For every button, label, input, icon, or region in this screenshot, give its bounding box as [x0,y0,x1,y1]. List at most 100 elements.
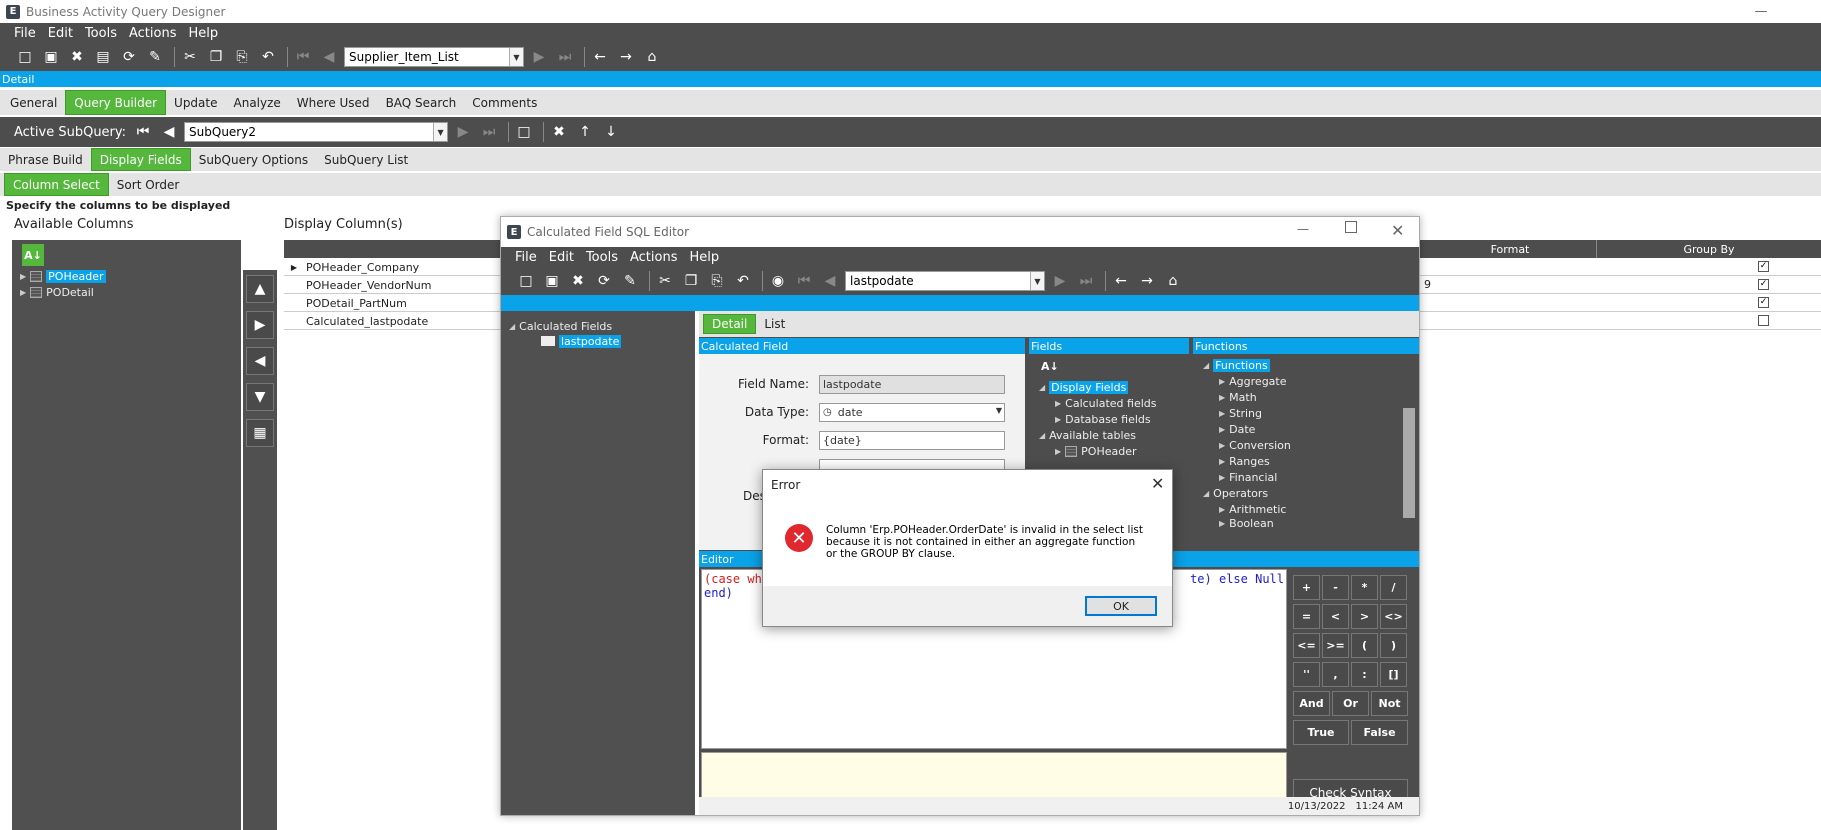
header-format[interactable]: Format [1424,240,1597,258]
group-by-checkbox[interactable]: ✓ [1758,297,1769,308]
tree-calculated-fields-node[interactable]: ▶ Calculated fields [1055,396,1156,410]
tab-comments[interactable]: Comments [464,90,545,115]
and-button[interactable]: And [1293,691,1330,716]
tree-item-lastpodate[interactable]: lastpodate [541,334,622,348]
binoculars-icon[interactable]: ◉ [767,270,789,292]
next-record-icon[interactable]: ▶ [528,46,550,68]
tab-detail[interactable]: Detail [703,314,757,334]
chevron-down-icon[interactable]: ▼ [433,123,448,141]
header-group-by[interactable]: Group By [1597,240,1821,258]
minus-button[interactable]: - [1322,575,1349,600]
format-input[interactable]: {date} [819,431,1005,450]
paste-icon[interactable]: ⎘ [231,46,253,68]
tree-arithmetic[interactable]: ▶ Arithmetic [1219,502,1286,516]
comma-button[interactable]: , [1322,662,1349,687]
not-button[interactable]: Not [1371,691,1408,716]
cut-icon[interactable]: ✂ [179,46,201,68]
menu-file[interactable]: File [14,26,36,41]
last-record-icon[interactable]: ⏭ [554,46,576,68]
false-button[interactable]: False [1351,720,1408,745]
close-icon[interactable]: ✕ [1391,221,1404,240]
tab-where-used[interactable]: Where Used [289,90,378,115]
greater-than-button[interactable]: > [1351,604,1378,629]
chevron-down-icon[interactable]: ▼ [996,406,1002,415]
not-equal-button[interactable]: <> [1380,604,1407,629]
tab-query-builder[interactable]: Query Builder [65,90,167,115]
forward-icon[interactable]: → [1136,270,1158,292]
menu-edit[interactable]: Edit [549,250,574,265]
new-icon[interactable]: □ [14,46,36,68]
tree-poheader[interactable]: ▶ POHeader [1055,444,1137,458]
move-up-button[interactable]: ▲ [246,275,274,303]
tree-math[interactable]: ▶ Math [1219,390,1257,404]
group-by-checkbox[interactable]: ✓ [1758,279,1769,290]
tree-ranges[interactable]: ▶ Ranges [1219,454,1270,468]
move-down-button[interactable]: ▼ [246,383,274,411]
move-up-icon[interactable]: ↑ [574,121,596,143]
back-icon[interactable]: ← [589,46,611,68]
menu-help[interactable]: Help [689,250,719,265]
cut-icon[interactable]: ✂ [654,270,676,292]
menu-help[interactable]: Help [188,26,218,41]
close-paren-button[interactable]: ) [1380,633,1407,658]
delete-subquery-icon[interactable]: ✖ [548,121,570,143]
home-icon[interactable]: ⌂ [641,46,663,68]
menu-edit[interactable]: Edit [48,26,73,41]
clear-icon[interactable]: ✎ [619,270,641,292]
ok-button[interactable]: OK [1085,596,1157,616]
tree-functions[interactable]: ◢ Functions [1203,358,1270,372]
refresh-icon[interactable]: ⟳ [118,46,140,68]
tab-update[interactable]: Update [166,90,225,115]
maximize-icon[interactable] [1345,221,1357,233]
open-paren-button[interactable]: ( [1351,633,1378,658]
last-record-icon[interactable]: ⏭ [1075,270,1097,292]
tree-database-fields[interactable]: ▶ Database fields [1055,412,1151,426]
first-subquery-icon[interactable]: ⏮ [132,121,154,143]
first-record-icon[interactable]: ⏮ [793,270,815,292]
add-column-button[interactable]: ▶ [246,311,274,339]
plus-button[interactable]: + [1293,575,1320,600]
new-subquery-icon[interactable]: □ [513,121,535,143]
less-equal-button[interactable]: <= [1293,633,1320,658]
menu-tools[interactable]: Tools [85,26,117,41]
tab-sort-order[interactable]: Sort Order [109,173,188,196]
expand-icon[interactable]: ▶ [20,272,26,281]
prev-subquery-icon[interactable]: ◀ [158,121,180,143]
delete-icon[interactable]: ✖ [567,270,589,292]
tree-item-podetail[interactable]: ▶ PODetail [20,285,94,299]
tree-boolean[interactable]: ▶ Boolean [1219,518,1274,528]
minimize-icon[interactable]: — [1741,0,1781,23]
close-icon[interactable]: ✕ [1151,474,1164,493]
menu-file[interactable]: File [515,250,537,265]
sort-az-icon[interactable]: A↓ [1041,360,1059,373]
true-button[interactable]: True [1293,720,1349,745]
next-subquery-icon[interactable]: ▶ [452,121,474,143]
menu-actions[interactable]: Actions [129,26,177,41]
tab-display-fields[interactable]: Display Fields [90,148,191,171]
close-window-icon[interactable] [1781,0,1821,23]
save-icon[interactable]: ▣ [40,46,62,68]
data-type-select[interactable]: ◷ date ▼ [819,403,1005,422]
divide-button[interactable]: / [1380,575,1407,600]
chevron-down-icon[interactable]: ▼ [509,48,523,66]
less-than-button[interactable]: < [1322,604,1349,629]
tab-phrase-build[interactable]: Phrase Build [0,148,91,171]
chevron-down-icon[interactable]: ▼ [1030,272,1044,290]
undo-icon[interactable]: ↶ [732,270,754,292]
query-name-combo[interactable]: Supplier_Item_List ▼ [344,47,524,67]
tree-aggregate[interactable]: ▶ Aggregate [1219,374,1287,388]
tree-calculated-fields[interactable]: ◢ Calculated Fields [509,319,612,333]
multiply-button[interactable]: * [1351,575,1378,600]
group-by-checkbox[interactable]: ✓ [1758,261,1769,272]
tree-available-tables[interactable]: ◢ Available tables [1039,428,1136,442]
move-down-icon[interactable]: ↓ [600,121,622,143]
tree-operators[interactable]: ◢ Operators [1203,486,1268,500]
equals-button[interactable]: = [1293,604,1320,629]
collapse-icon[interactable]: ◢ [509,322,515,331]
remove-column-button[interactable]: ◀ [246,347,274,375]
home-icon[interactable]: ⌂ [1162,270,1184,292]
tree-financial[interactable]: ▶ Financial [1219,470,1277,484]
paste-icon[interactable]: ⎘ [706,270,728,292]
first-record-icon[interactable]: ⏮ [292,46,314,68]
tree-conversion[interactable]: ▶ Conversion [1219,438,1291,452]
